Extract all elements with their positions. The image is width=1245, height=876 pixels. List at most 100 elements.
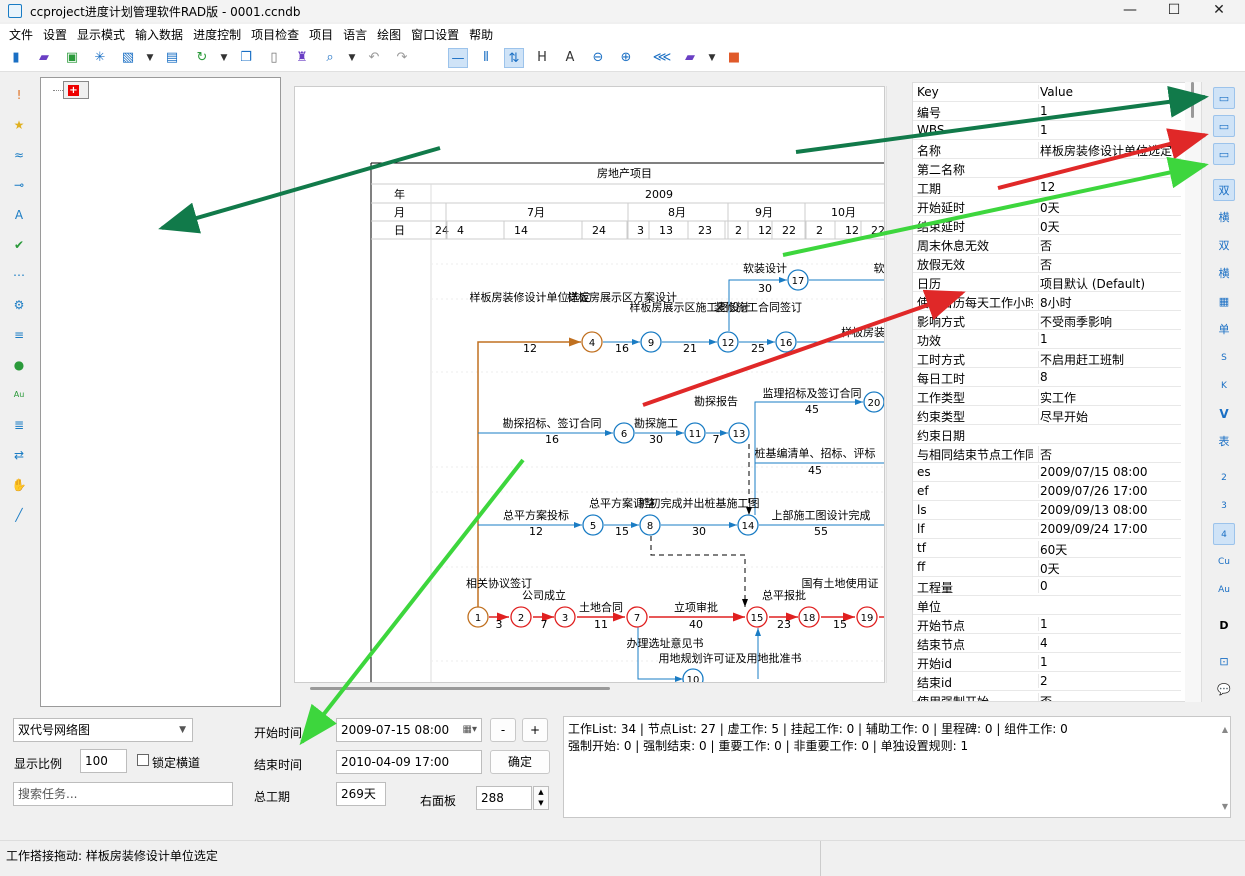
paste-icon[interactable]: ▯ xyxy=(264,48,284,68)
property-grid[interactable]: Key Value 编号 1 WBS 1 名称 样板房装修设计单位选定 第二名称 工期 12 开始… xyxy=(912,82,1202,702)
property-row[interactable]: 工期 12 xyxy=(913,178,1181,197)
property-value[interactable]: 60天 xyxy=(1038,541,1178,558)
property-row[interactable]: 名称 样板房装修设计单位选定 xyxy=(913,140,1181,159)
property-row[interactable]: 日历 项目默认 (Default) xyxy=(913,273,1181,292)
property-row[interactable]: 与相同结束节点工作同否 xyxy=(913,444,1181,463)
property-value[interactable]: 1 xyxy=(1038,617,1178,631)
refresh-icon[interactable]: ↻ xyxy=(192,48,212,68)
property-row[interactable]: 工程量 0 xyxy=(913,577,1181,596)
property-value[interactable]: 项目默认 (Default) xyxy=(1038,275,1178,292)
search-input[interactable]: 搜索任务... xyxy=(13,782,233,806)
zoom-out-icon[interactable]: ⊖ xyxy=(588,48,608,68)
horizontal-alt-icon[interactable]: 横 xyxy=(1213,263,1235,285)
frame-icon[interactable]: ⊡ xyxy=(1213,651,1235,673)
chevron-down-icon[interactable]: ▼ xyxy=(140,48,160,68)
menu-draw[interactable]: 绘图 xyxy=(372,24,406,45)
task-name[interactable]: 国有土地使用证 xyxy=(802,576,879,590)
network-diagram[interactable]: 房地产项目 年 月 日 2009 7月 8月 9月 10月 24 4 14 24 3 13… xyxy=(295,87,885,683)
image-export-icon[interactable]: ▧ xyxy=(118,48,138,68)
task-name[interactable]: 用地规划许可证及用地批准书 xyxy=(659,651,802,665)
task-name[interactable]: 总平报批 xyxy=(762,588,806,602)
menu-project[interactable]: 项目 xyxy=(304,24,338,45)
scroll-up-icon[interactable]: ▲ xyxy=(1222,721,1228,738)
task-name[interactable]: 勘探报告 xyxy=(694,394,738,408)
property-row[interactable]: 编号 1 xyxy=(913,102,1181,121)
menu-input-data[interactable]: 输入数据 xyxy=(130,24,188,45)
menu-help[interactable]: 帮助 xyxy=(464,24,498,45)
briefcase-icon[interactable]: ■ xyxy=(724,48,744,68)
task-tree-panel[interactable]: + xyxy=(40,77,281,707)
height-icon[interactable]: H xyxy=(532,48,552,68)
property-row[interactable]: 使用日历每天工作小时 8小时 xyxy=(913,292,1181,311)
menu-progress-control[interactable]: 进度控制 xyxy=(188,24,246,45)
menu-settings[interactable]: 设置 xyxy=(38,24,72,45)
comment-icon[interactable]: 💬 xyxy=(1213,679,1235,701)
task-name[interactable]: 样板房装 xyxy=(841,325,885,339)
panel-left-icon[interactable]: ▭ xyxy=(1213,87,1235,109)
print-icon[interactable]: ▤ xyxy=(162,48,182,68)
expand-icon[interactable]: + xyxy=(68,85,79,96)
filter-icon[interactable]: ≣ xyxy=(10,416,28,434)
task-name[interactable]: 装修施工合同签订 xyxy=(714,300,802,314)
search-icon[interactable]: ⌕ xyxy=(320,48,340,68)
d-mode-icon[interactable]: D xyxy=(1213,615,1235,637)
property-value[interactable]: 否 xyxy=(1038,446,1178,463)
chevron-down-icon[interactable]: ▼ xyxy=(702,48,722,68)
property-row[interactable]: 约束类型 尽早开始 xyxy=(913,406,1181,425)
star-icon[interactable]: ★ xyxy=(10,116,28,134)
columns-view-icon[interactable]: ⦀ xyxy=(476,48,496,68)
task-name[interactable]: 软 xyxy=(874,261,885,275)
double-code-icon[interactable]: 双 xyxy=(1213,179,1235,201)
property-row[interactable]: 结束id 2 xyxy=(913,672,1181,691)
dots-icon[interactable]: ⋯ xyxy=(10,266,28,284)
property-row[interactable]: tf 60天 xyxy=(913,539,1181,558)
start-time-input[interactable]: 2009-07-15 08:00 ▦▾ xyxy=(336,718,482,742)
lock-lane-checkbox[interactable] xyxy=(137,754,149,766)
s-mode-icon[interactable]: S xyxy=(1213,347,1235,369)
k-mode-icon[interactable]: K xyxy=(1213,375,1235,397)
zoom-in-icon[interactable]: ⊕ xyxy=(616,48,636,68)
property-value[interactable]: 2009/09/24 17:00 xyxy=(1038,522,1178,536)
cu-icon[interactable]: Cu xyxy=(1213,551,1235,573)
menu-window-settings[interactable]: 窗口设置 xyxy=(406,24,464,45)
property-row[interactable]: 周末休息无效 否 xyxy=(913,235,1181,254)
property-row[interactable]: 结束延时 0天 xyxy=(913,216,1181,235)
panel-right-icon[interactable]: ▭ xyxy=(1213,115,1235,137)
task-name[interactable]: 桩基编清单、招标、评标 xyxy=(755,446,876,460)
task-name[interactable]: 办理选址意见书 xyxy=(627,636,704,650)
property-value[interactable]: 2009/09/13 08:00 xyxy=(1038,503,1178,517)
decrement-button[interactable]: - xyxy=(490,718,516,742)
property-row[interactable]: 开始延时 0天 xyxy=(913,197,1181,216)
property-value[interactable]: 0天 xyxy=(1038,218,1178,235)
property-row[interactable]: 约束日期 xyxy=(913,425,1181,444)
gear-icon[interactable]: ⚙ xyxy=(10,296,28,314)
wave-icon[interactable]: ≈ xyxy=(10,146,28,164)
property-value[interactable]: 12 xyxy=(1038,180,1178,194)
property-value[interactable]: 实工作 xyxy=(1038,389,1178,406)
property-value[interactable]: 8小时 xyxy=(1038,294,1178,311)
task-name[interactable]: 上部施工图设计完成 xyxy=(772,508,871,522)
confirm-button[interactable]: 确定 xyxy=(490,750,550,774)
sort-lines-icon[interactable]: ≡ xyxy=(10,326,28,344)
view-mode-select[interactable]: 双代号网络图 ▼ xyxy=(13,718,193,742)
sort-view-icon[interactable]: ⇅ xyxy=(504,48,524,68)
property-value[interactable]: 尽早开始 xyxy=(1038,408,1178,425)
task-name[interactable]: 相关协议签订 xyxy=(466,576,532,590)
split-icon[interactable]: ⋘ xyxy=(652,48,672,68)
menu-display-mode[interactable]: 显示模式 xyxy=(72,24,130,45)
line-view-icon[interactable]: — xyxy=(448,48,468,68)
copy-icon[interactable]: ❐ xyxy=(236,48,256,68)
task-name[interactable]: 扩初完成并出桩基施工图 xyxy=(639,496,760,510)
single-code-icon[interactable]: 单 xyxy=(1213,319,1235,341)
property-row[interactable]: lf 2009/09/24 17:00 xyxy=(913,520,1181,539)
menu-project-check[interactable]: 项目检查 xyxy=(246,24,304,45)
asterisk-icon[interactable]: ✳ xyxy=(90,48,110,68)
text-format-icon[interactable]: A xyxy=(560,48,580,68)
network-diagram-panel[interactable]: 房地产项目 年 月 日 2009 7月 8月 9月 10月 24 4 14 24 3 13… xyxy=(294,86,885,683)
property-value[interactable]: 0天 xyxy=(1038,199,1178,216)
property-value[interactable]: 1 xyxy=(1038,332,1178,346)
property-value[interactable]: 不启用赶工班制 xyxy=(1038,351,1178,368)
check-icon[interactable]: ✔ xyxy=(10,236,28,254)
mode-3-icon[interactable]: 3 xyxy=(1213,495,1235,517)
property-row[interactable]: WBS 1 xyxy=(913,121,1181,140)
